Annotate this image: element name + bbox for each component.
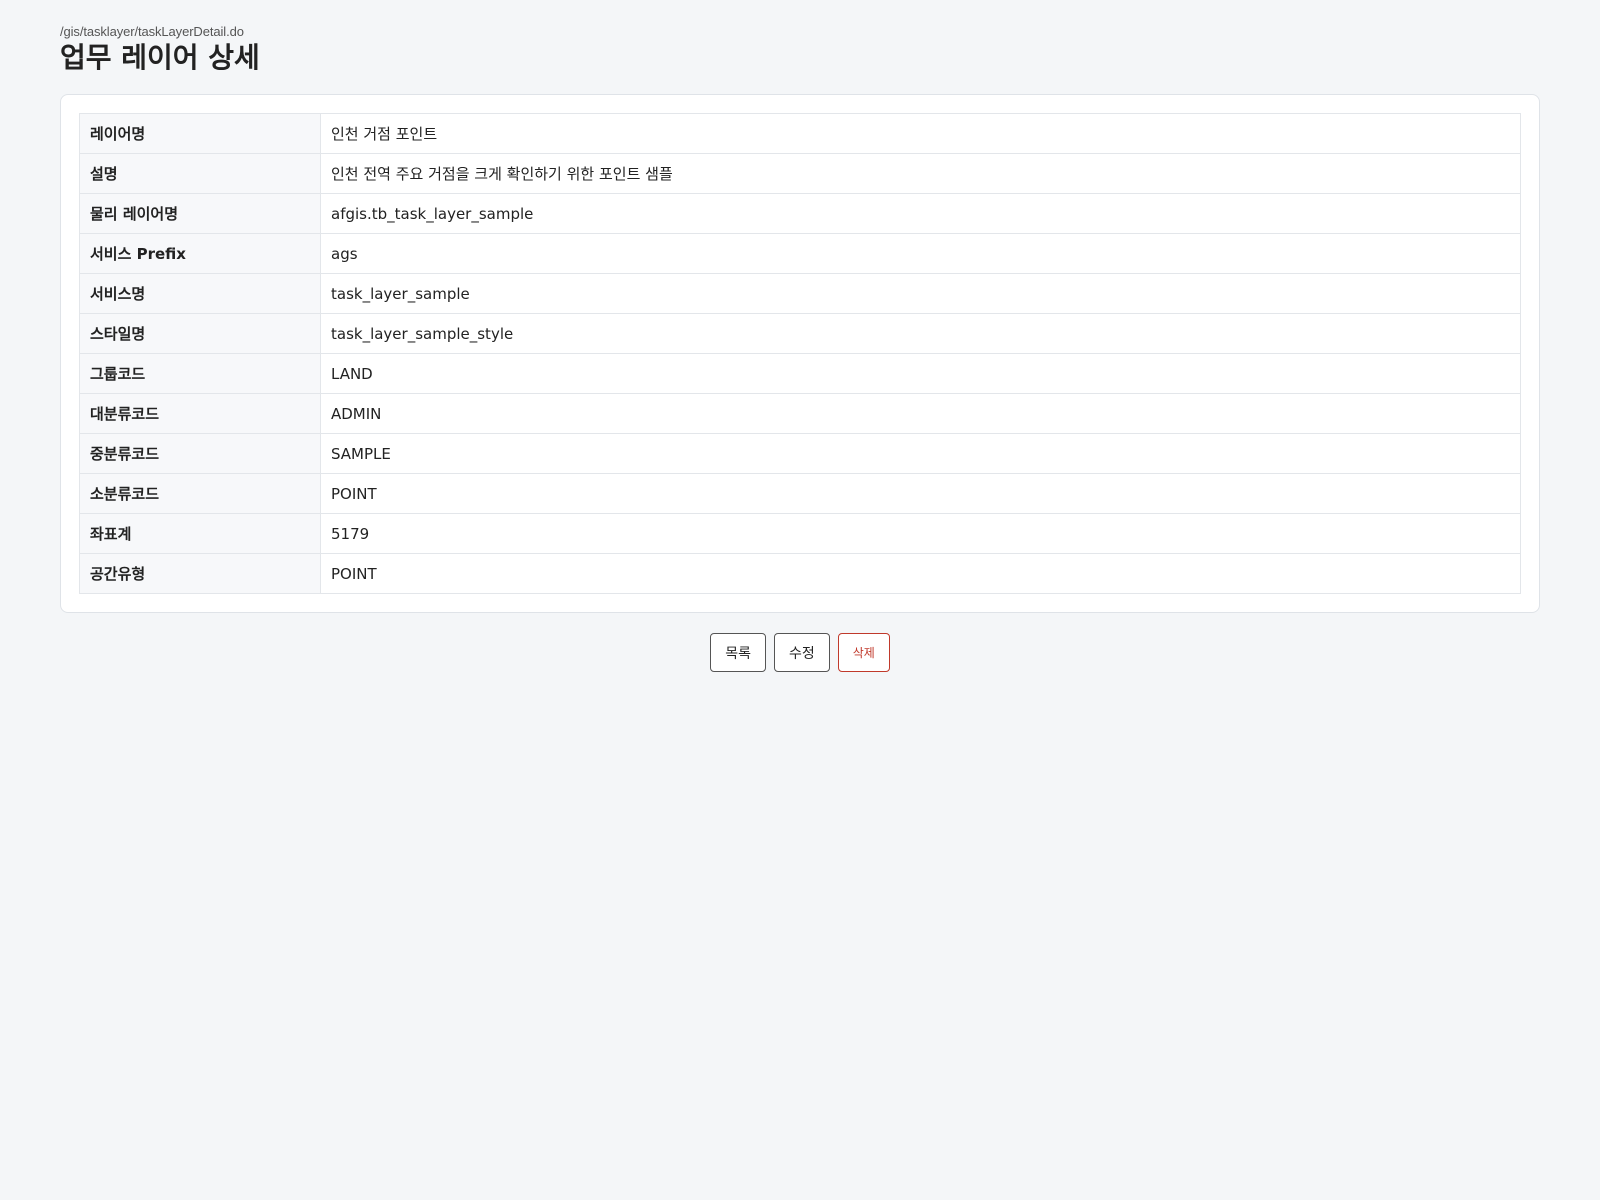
row-label-coordinate-system: 좌표계 xyxy=(79,513,321,554)
table-row: 서비스명 task_layer_sample xyxy=(79,273,1521,314)
row-value-physical-layer-name: afgis.tb_task_layer_sample xyxy=(320,193,1521,234)
list-button[interactable]: 목록 xyxy=(710,633,766,672)
row-label-middle-category-code: 중분류코드 xyxy=(79,433,321,474)
table-row: 대분류코드 ADMIN xyxy=(79,393,1521,434)
page: /gis/tasklayer/taskLayerDetail.do 업무 레이어… xyxy=(0,0,1600,672)
detail-card: 레이어명 인천 거점 포인트 설명 인천 전역 주요 거점을 크게 확인하기 위… xyxy=(60,94,1540,613)
row-label-style-name: 스타일명 xyxy=(79,313,321,354)
row-value-style-name: task_layer_sample_style xyxy=(320,313,1521,354)
row-label-group-code: 그룹코드 xyxy=(79,353,321,394)
row-value-minor-category-code: POINT xyxy=(320,473,1521,514)
action-bar: 목록 수정 삭제 xyxy=(60,633,1540,672)
page-path: /gis/tasklayer/taskLayerDetail.do xyxy=(60,24,244,39)
row-label-physical-layer-name: 물리 레이어명 xyxy=(79,193,321,234)
table-row: 공간유형 POINT xyxy=(79,553,1521,594)
table-row: 서비스 Prefix ags xyxy=(79,233,1521,274)
row-value-coordinate-system: 5179 xyxy=(320,513,1521,554)
table-row: 레이어명 인천 거점 포인트 xyxy=(79,113,1521,154)
row-label-layer-name: 레이어명 xyxy=(79,113,321,154)
table-row: 물리 레이어명 afgis.tb_task_layer_sample xyxy=(79,193,1521,234)
edit-button[interactable]: 수정 xyxy=(773,633,830,672)
row-value-spatial-type: POINT xyxy=(320,553,1521,594)
delete-button[interactable]: 삭제 xyxy=(837,633,890,672)
row-label-service-prefix: 서비스 Prefix xyxy=(79,233,321,274)
table-row: 스타일명 task_layer_sample_style xyxy=(79,313,1521,354)
page-title: 업무 레이어 상세 xyxy=(60,41,260,74)
row-label-minor-category-code: 소분류코드 xyxy=(79,473,321,514)
row-value-description: 인천 전역 주요 거점을 크게 확인하기 위한 포인트 샘플 xyxy=(320,153,1521,194)
row-label-service-name: 서비스명 xyxy=(79,273,321,314)
row-value-service-prefix: ags xyxy=(320,233,1521,274)
row-value-major-category-code: ADMIN xyxy=(320,393,1521,434)
row-value-middle-category-code: SAMPLE xyxy=(320,433,1521,474)
row-value-service-name: task_layer_sample xyxy=(320,273,1521,314)
table-row: 소분류코드 POINT xyxy=(79,473,1521,514)
table-row: 설명 인천 전역 주요 거점을 크게 확인하기 위한 포인트 샘플 xyxy=(79,153,1521,194)
table-row: 중분류코드 SAMPLE xyxy=(79,433,1521,474)
row-label-spatial-type: 공간유형 xyxy=(79,553,321,594)
table-row: 좌표계 5179 xyxy=(79,513,1521,554)
row-value-layer-name: 인천 거점 포인트 xyxy=(320,113,1521,154)
row-label-major-category-code: 대분류코드 xyxy=(79,393,321,434)
row-value-group-code: LAND xyxy=(320,353,1521,394)
table-row: 그룹코드 LAND xyxy=(79,353,1521,394)
detail-table: 레이어명 인천 거점 포인트 설명 인천 전역 주요 거점을 크게 확인하기 위… xyxy=(79,113,1521,594)
row-label-description: 설명 xyxy=(79,153,321,194)
